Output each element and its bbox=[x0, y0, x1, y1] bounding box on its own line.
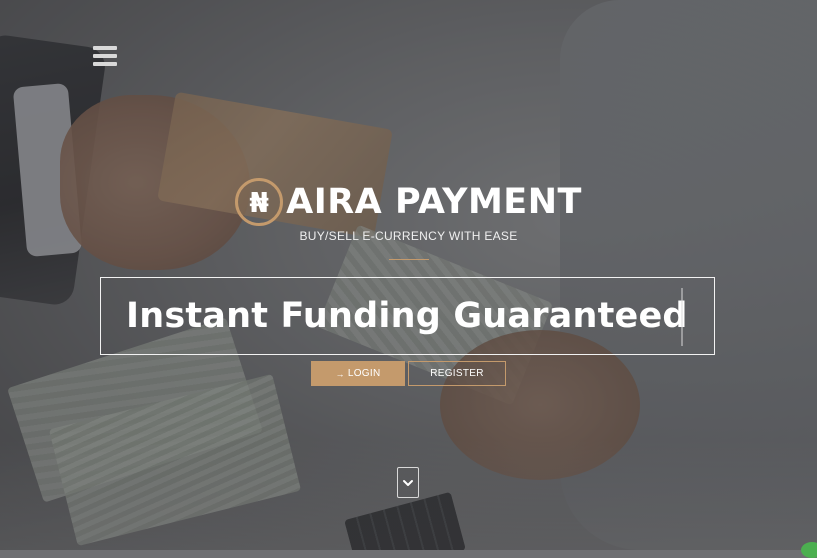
chevron-down-icon bbox=[403, 479, 413, 486]
hero-headline-box: Instant Funding Guaranteed bbox=[100, 277, 715, 355]
register-button[interactable]: REGISTER bbox=[408, 361, 506, 386]
hamburger-menu-icon[interactable] bbox=[93, 46, 117, 66]
divider bbox=[389, 259, 429, 260]
brand-tagline: BUY/SELL E-CURRENCY WITH EASE bbox=[299, 229, 518, 243]
sign-in-icon: → bbox=[335, 368, 345, 379]
hero-headline: Instant Funding Guaranteed bbox=[126, 296, 688, 336]
brand-name: AIRA PAYMENT bbox=[286, 182, 582, 222]
register-button-label: REGISTER bbox=[430, 368, 484, 379]
login-button[interactable]: → LOGIN bbox=[311, 361, 405, 386]
login-button-label: LOGIN bbox=[347, 368, 381, 379]
naira-logo-icon: ₦ bbox=[235, 178, 284, 226]
typing-cursor bbox=[681, 288, 683, 346]
chat-widget-icon[interactable] bbox=[801, 542, 817, 558]
brand-logo: ₦ AIRA PAYMENT bbox=[0, 178, 817, 226]
scroll-down-button[interactable] bbox=[397, 467, 419, 498]
